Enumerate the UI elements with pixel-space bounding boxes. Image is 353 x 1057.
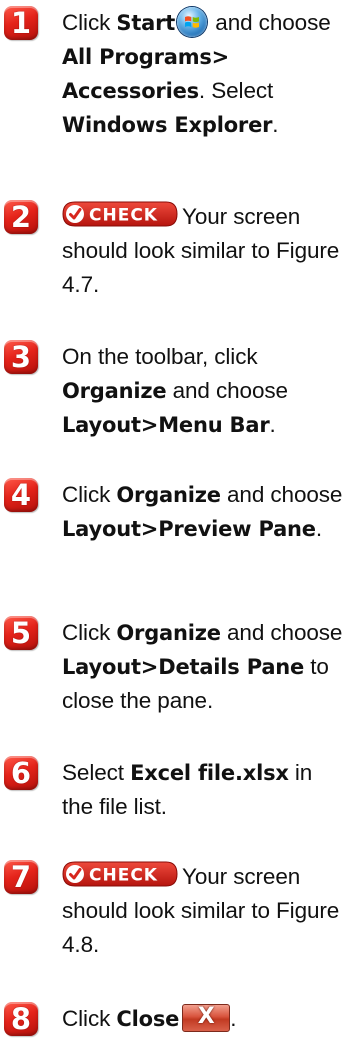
step-number-badge: 7	[4, 860, 38, 894]
text-segment: Click	[62, 10, 117, 35]
bold-term: Excel file.xlsx	[130, 761, 289, 785]
text-segment: .	[230, 1006, 237, 1031]
bold-term: Layout>Preview Pane	[62, 517, 316, 541]
bold-term: Windows Explorer	[62, 113, 273, 137]
bold-term: Organize	[62, 379, 167, 403]
step-text: Click Organize and choose Layout>Details…	[62, 616, 348, 718]
step-number-badge: 5	[4, 616, 38, 650]
text-segment: Select	[62, 760, 131, 785]
step-text: Click Close X.	[62, 1002, 348, 1036]
text-segment: and choose	[209, 10, 331, 35]
text-segment: .	[315, 516, 322, 541]
check-label: CHECK	[89, 206, 158, 226]
step-number-badge: 4	[4, 478, 38, 512]
close-button-icon: X	[182, 1004, 231, 1032]
text-segment: .	[272, 112, 279, 137]
windows-start-orb-icon	[177, 7, 208, 37]
step-number-badge: 6	[4, 756, 38, 790]
text-segment: and choose	[220, 620, 343, 645]
text-segment: Click	[62, 482, 117, 507]
check-label: CHECK	[89, 866, 158, 886]
check-badge-icon: CHECK	[62, 201, 178, 227]
step-number-badge: 1	[4, 6, 38, 40]
bold-term: Layout>Details Pane	[62, 655, 305, 679]
step-text: On the toolbar, click Organize and choos…	[62, 340, 348, 442]
bold-term: Layout>Menu Bar	[62, 413, 270, 437]
step-number-badge: 2	[4, 200, 38, 234]
step-text: Click Start and choose All Programs> Acc…	[62, 6, 348, 142]
step-number-badge: 8	[4, 1002, 38, 1036]
step-text: Click Organize and choose Layout>Preview…	[62, 478, 348, 546]
bold-term: Start	[116, 11, 176, 35]
step-text: Select Excel file.xlsx in the file list.	[62, 756, 348, 824]
text-segment: and choose	[220, 482, 343, 507]
text-segment: .	[269, 412, 276, 437]
text-segment: Click	[62, 1006, 117, 1031]
bold-term: Close	[116, 1007, 180, 1031]
text-segment: On the toolbar, click	[62, 344, 258, 369]
step-number-badge: 3	[4, 340, 38, 374]
step-text: CHECK Your screen should look similar to…	[62, 860, 348, 962]
text-segment: Click	[62, 620, 117, 645]
bold-term: Organize	[116, 621, 221, 645]
text-segment: . Select	[198, 78, 274, 103]
close-x-glyph: X	[197, 1004, 215, 1029]
text-segment: and choose	[166, 378, 288, 403]
bold-term: Organize	[116, 483, 221, 507]
step-text: CHECK Your screen should look similar to…	[62, 200, 348, 302]
check-badge-icon: CHECK	[62, 861, 178, 887]
